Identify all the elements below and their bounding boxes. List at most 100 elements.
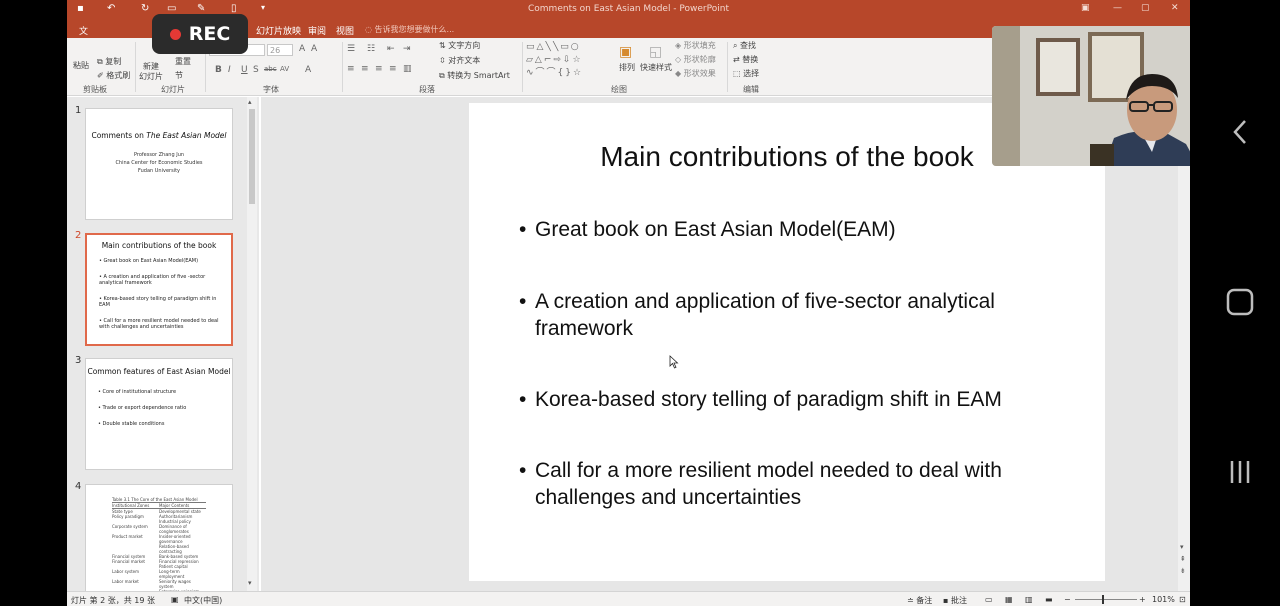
format-painter-button[interactable]: ✐ 格式刷 [97, 70, 130, 81]
spellcheck-icon[interactable]: ▣ [171, 595, 179, 604]
maximize-icon[interactable]: ▢ [1141, 3, 1150, 13]
slideshow-icon[interactable]: ▬ [1045, 595, 1053, 604]
zoom-out-icon[interactable]: − [1064, 595, 1071, 604]
arrange-button[interactable]: 排列 [619, 62, 635, 73]
slide-sorter-icon[interactable]: ▦ [1005, 595, 1013, 604]
tab-view[interactable]: 视图 [336, 24, 354, 37]
recents-button[interactable] [1220, 452, 1260, 492]
language-indicator[interactable]: 中文(中国) [184, 595, 222, 606]
arrange-icon[interactable]: ▣ [619, 44, 632, 60]
zoom-slider[interactable] [1075, 599, 1137, 600]
underline-button[interactable]: U [241, 65, 248, 75]
paste-button[interactable]: 粘贴 [73, 60, 89, 71]
shapes-gallery[interactable]: ▭△╲╲▭○ ▱△⌐⇨⇩☆ ∿⌒⌒{}☆ [526, 41, 608, 81]
italic-button[interactable]: I [228, 65, 231, 75]
slide-bullet[interactable]: • A creation and application of five-sect… [519, 288, 1079, 342]
slide-thumbnail-1[interactable]: Comments on The East Asian Model Profess… [85, 108, 233, 220]
replace-button[interactable]: ⇄ 替换 [733, 54, 758, 65]
zoom-in-icon[interactable]: + [1139, 595, 1146, 604]
slide-thumbnail-4[interactable]: Table 3.1 The Core of the East Asian Mod… [85, 484, 233, 604]
find-button[interactable]: ⌕ 查找 [733, 40, 756, 51]
shape-effects-button[interactable]: ◆ 形状效果 [675, 68, 716, 79]
bullet-dot: • [519, 388, 527, 411]
text-direction-button[interactable]: ⇅ 文字方向 [439, 40, 480, 51]
previous-slide-icon[interactable]: ⇞ [1180, 555, 1186, 563]
slide-bullet[interactable]: • Great book on East Asian Model(EAM) [519, 216, 1079, 243]
ribbon-options-icon[interactable]: ▣ [1081, 3, 1090, 13]
smartart-button[interactable]: ⧉ 转换为 SmartArt [439, 70, 510, 81]
slide-thumbnail-3[interactable]: Common features of East Asian Model • Co… [85, 358, 233, 470]
recording-indicator[interactable]: REC [152, 14, 248, 54]
presenter-video [992, 26, 1190, 166]
justify-icon[interactable]: ≡ [389, 64, 397, 74]
scroll-down-icon[interactable]: ▾ [1180, 543, 1184, 551]
slide-scrollbar[interactable]: ▾ ⇞ ⇟ [1178, 97, 1190, 591]
quick-styles-button[interactable]: 快速样式 [640, 62, 672, 73]
fit-slide-icon[interactable]: ⊡ [1179, 595, 1186, 604]
increase-indent-icon[interactable]: ⇥ [403, 44, 411, 54]
scroll-down-icon[interactable]: ▾ [248, 579, 252, 587]
thumb-bullet: • Great book on East Asian Model(EAM) [99, 258, 199, 264]
shape-outline-button[interactable]: ◇ 形状轮廓 [675, 54, 716, 65]
slide-number: 4 [75, 481, 82, 492]
close-icon[interactable]: ✕ [1171, 3, 1179, 13]
normal-view-icon[interactable]: ▭ [985, 595, 993, 604]
table-header-cell: Institutional Zones [112, 503, 150, 508]
notes-button[interactable]: ≐ 备注 [907, 595, 932, 606]
grow-font-icon[interactable]: A [299, 44, 305, 54]
table-cell: Relation-based contracting [159, 544, 189, 554]
strikethrough-button[interactable]: abc [264, 65, 277, 73]
align-text-button[interactable]: ⇳ 对齐文本 [439, 55, 480, 66]
shadow-button[interactable]: S [253, 65, 259, 75]
shrink-font-icon[interactable]: A [311, 44, 317, 54]
reading-view-icon[interactable]: ▥ [1025, 595, 1033, 604]
recents-lines-icon [1230, 461, 1250, 483]
minimize-icon[interactable]: — [1113, 3, 1122, 13]
select-icon: ⬚ [733, 69, 744, 78]
slide-bullet[interactable]: • Korea-based story telling of paradigm s… [519, 386, 1079, 413]
columns-icon[interactable]: ▥ [403, 64, 412, 74]
quick-styles-icon[interactable]: ◱ [649, 44, 662, 60]
align-center-icon[interactable]: ≡ [361, 64, 369, 74]
shape-fill-button[interactable]: ◈ 形状填充 [675, 40, 716, 51]
scroll-thumb[interactable] [249, 109, 255, 204]
select-button[interactable]: ⬚ 选择 [733, 68, 759, 79]
next-slide-icon[interactable]: ⇟ [1180, 567, 1186, 575]
home-button[interactable] [1220, 282, 1260, 322]
slide-number: 2 [75, 230, 82, 241]
section-button[interactable]: 节 [175, 70, 183, 81]
comments-button[interactable]: ▪ 批注 [943, 595, 967, 606]
thumbnail-scrollbar[interactable]: ▴ ▾ [247, 97, 257, 591]
zoom-slider-thumb[interactable] [1102, 595, 1104, 604]
numbering-icon[interactable]: ☷ [367, 44, 375, 54]
format-painter-label: 格式刷 [106, 71, 131, 80]
thumb-table-body: State type Developmental state Policy para… [86, 509, 232, 603]
align-left-icon[interactable]: ≡ [347, 64, 355, 74]
slide-bullet[interactable]: • Call for a more resilient model needed … [519, 457, 1079, 511]
tab-file[interactable]: 文 [79, 24, 88, 37]
decrease-indent-icon[interactable]: ⇤ [387, 44, 395, 54]
tell-me-box[interactable]: ◌ 告诉我您想要做什么... [365, 24, 454, 35]
table-cell: Long-term employment [159, 569, 185, 579]
bold-button[interactable]: B [215, 65, 222, 75]
reset-button[interactable]: 重置 [175, 56, 191, 67]
thumb-table-row: Relation-based contracting [112, 544, 206, 554]
char-spacing-button[interactable]: AV [280, 65, 289, 73]
thumb-title: Main contributions of the book [101, 241, 217, 250]
bullets-icon[interactable]: ☰ [347, 44, 355, 54]
copy-button[interactable]: ⧉ 复制 [97, 56, 121, 67]
back-button[interactable] [1220, 112, 1260, 152]
scroll-up-icon[interactable]: ▴ [248, 98, 252, 106]
current-slide[interactable]: Main contributions of the book • Great bo… [469, 103, 1105, 581]
separator [727, 42, 728, 92]
slide-thumbnail-2[interactable]: Main contributions of the book • Great b… [85, 233, 233, 346]
tab-slideshow[interactable]: 幻灯片放映 [256, 24, 301, 37]
zoom-level[interactable]: 101% [1152, 595, 1175, 604]
font-size-box[interactable]: 26 [267, 44, 293, 56]
status-bar: 灯片 第 2 张，共 19 张 ▣ 中文(中国) ≐ 备注 ▪ 批注 ▭ ▦ ▥… [67, 591, 1190, 606]
align-right-icon[interactable]: ≡ [375, 64, 383, 74]
tab-review[interactable]: 审阅 [308, 24, 326, 37]
font-color-button[interactable]: A [305, 65, 311, 75]
new-slide-button[interactable]: 新建 幻灯片 [139, 62, 163, 82]
smartart-label: 转换为 SmartArt [447, 71, 510, 80]
